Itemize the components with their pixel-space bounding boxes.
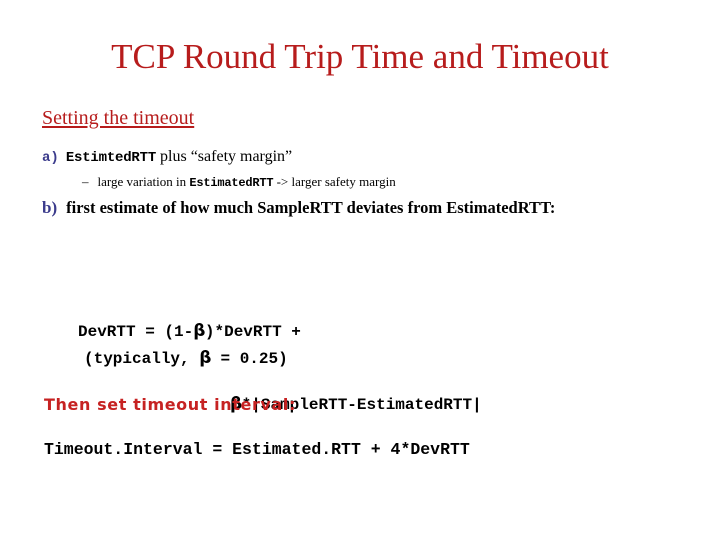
bullet-marker-b: b): [42, 198, 58, 217]
typically-lead: (typically,: [84, 350, 200, 368]
bullet-list: a) EstimtedRTT plus “safety margin” – la…: [42, 146, 682, 218]
bullet-a-tail: plus “safety margin”: [156, 148, 293, 165]
devrtt-formula-line-1: DevRTT = (1-β)*DevRTT +: [78, 319, 482, 344]
list-item: b) first estimate of how much SampleRTT …: [42, 197, 682, 218]
bullet-marker-a: a): [42, 150, 59, 166]
code-term-estimatedrtt: EstimatedRTT: [189, 176, 274, 190]
timeout-interval-callout: Then set timeout interval:: [44, 395, 296, 414]
section-heading: Setting the timeout: [42, 107, 195, 129]
bullet-text-b: first estimate of how much SampleRTT dev…: [66, 198, 556, 217]
sub-bullet-dash-icon: –: [82, 174, 89, 189]
formula-line1-lead: DevRTT = (1-: [78, 323, 194, 341]
sub-bullet-lead: large variation in: [97, 174, 190, 189]
beta-typical-value: (typically, β = 0.25): [84, 346, 288, 371]
list-item: a) EstimtedRTT plus “safety margin”: [42, 146, 682, 169]
slide-canvas: TCP Round Trip Time and Timeout Setting …: [0, 0, 720, 540]
code-term-estimtedrtt: EstimtedRTT: [65, 150, 157, 166]
bullet-text-a: EstimtedRTT plus “safety margin”: [66, 146, 292, 169]
beta-symbol: β: [199, 348, 211, 368]
sub-list-item: – large variation in EstimatedRTT -> lar…: [82, 173, 682, 192]
timeout-interval-formula: Timeout.Interval = Estimated.RTT + 4*Dev…: [44, 440, 470, 459]
beta-symbol: β: [193, 321, 205, 341]
formula-line1-tail: )*DevRTT +: [204, 323, 301, 341]
sub-bullet-text: large variation in EstimatedRTT -> large…: [98, 173, 396, 192]
page-title: TCP Round Trip Time and Timeout: [111, 37, 609, 76]
sub-bullet-tail: -> larger safety margin: [273, 174, 396, 189]
typically-tail: = 0.25): [210, 350, 288, 368]
